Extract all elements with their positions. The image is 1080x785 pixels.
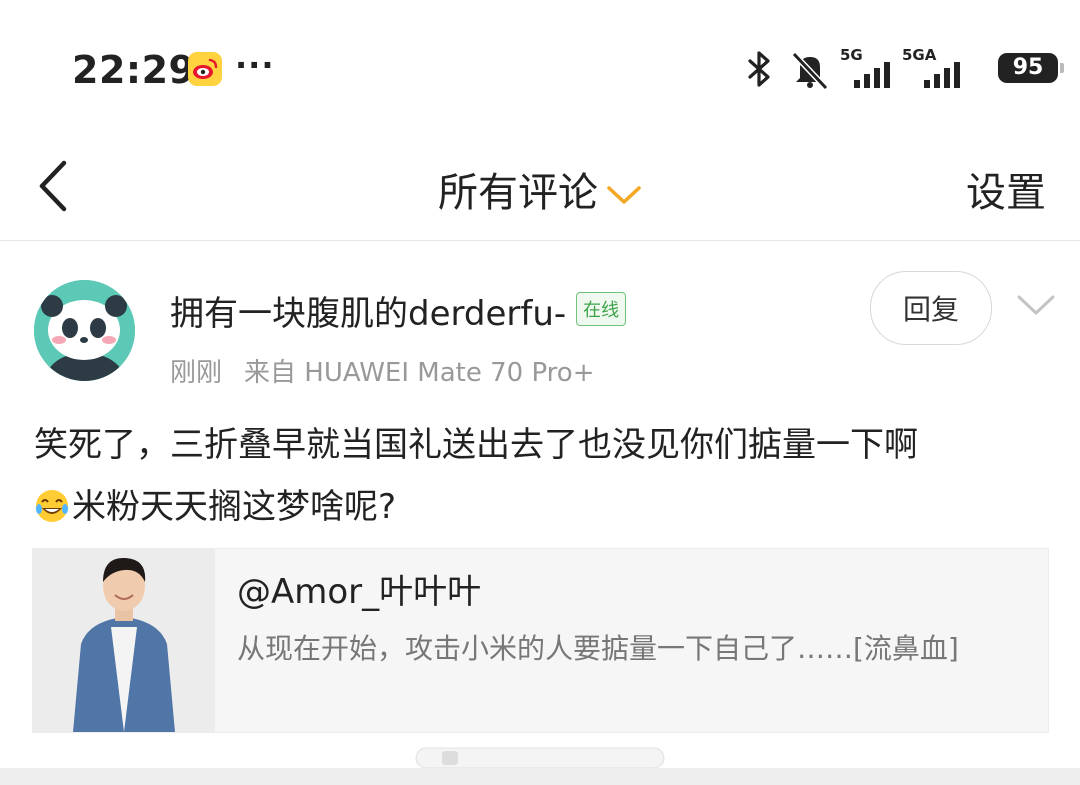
nav-bar: 所有评论 设置 xyxy=(0,130,1080,241)
page-title: 所有评论 xyxy=(438,170,598,216)
quoted-post-author[interactable]: @Amor_叶叶叶 xyxy=(237,564,481,613)
quoted-post-thumbnail xyxy=(33,549,215,732)
quoted-post-card[interactable]: @Amor_叶叶叶 从现在开始，攻击小米的人要掂量一下自己了……[流鼻血] xyxy=(32,548,1049,733)
quoted-post-text: 从现在开始，攻击小米的人要掂量一下自己了……[流鼻血] xyxy=(237,632,959,665)
comment-source: 来自 HUAWEI Mate 70 Pro+ xyxy=(244,358,595,388)
weibo-app-icon xyxy=(188,52,222,86)
bottom-strip xyxy=(0,768,1080,785)
reply-button[interactable]: 回复 xyxy=(870,271,992,345)
chevron-down-icon[interactable] xyxy=(1016,293,1056,317)
mute-icon xyxy=(791,51,829,90)
bluetooth-icon xyxy=(748,51,770,87)
clock: 22:29 xyxy=(72,48,196,92)
chevron-down-icon xyxy=(607,186,641,204)
avatar[interactable] xyxy=(34,280,135,381)
comment-text-line2: 米粉天天搁这梦啥呢? xyxy=(72,487,397,527)
laugh-cry-emoji-icon xyxy=(36,490,68,522)
comment-time: 刚刚 xyxy=(170,358,223,388)
comment-text: 笑死了，三折叠早就当国礼送出去了也没见你们掂量一下啊 米粉天天搁这梦啥呢? xyxy=(34,414,1054,538)
comment-text-line1: 笑死了，三折叠早就当国礼送出去了也没见你们掂量一下啊 xyxy=(34,425,918,465)
battery-icon: 95 xyxy=(998,53,1064,83)
username-row: 拥有一块腹肌的derderfu- 在线 xyxy=(170,286,627,336)
settings-button[interactable]: 设置 xyxy=(966,160,1046,218)
comment-meta: 刚刚 来自 HUAWEI Mate 70 Pro+ xyxy=(170,352,595,389)
comment-filter-dropdown[interactable]: 所有评论 xyxy=(0,160,1080,218)
username[interactable]: 拥有一块腹肌的derderfu- xyxy=(170,294,566,334)
more-notifications-icon: ··· xyxy=(235,46,275,84)
status-bar: 22:29 ··· 5G 5GA 95 xyxy=(0,0,1080,130)
online-badge: 在线 xyxy=(576,291,627,326)
